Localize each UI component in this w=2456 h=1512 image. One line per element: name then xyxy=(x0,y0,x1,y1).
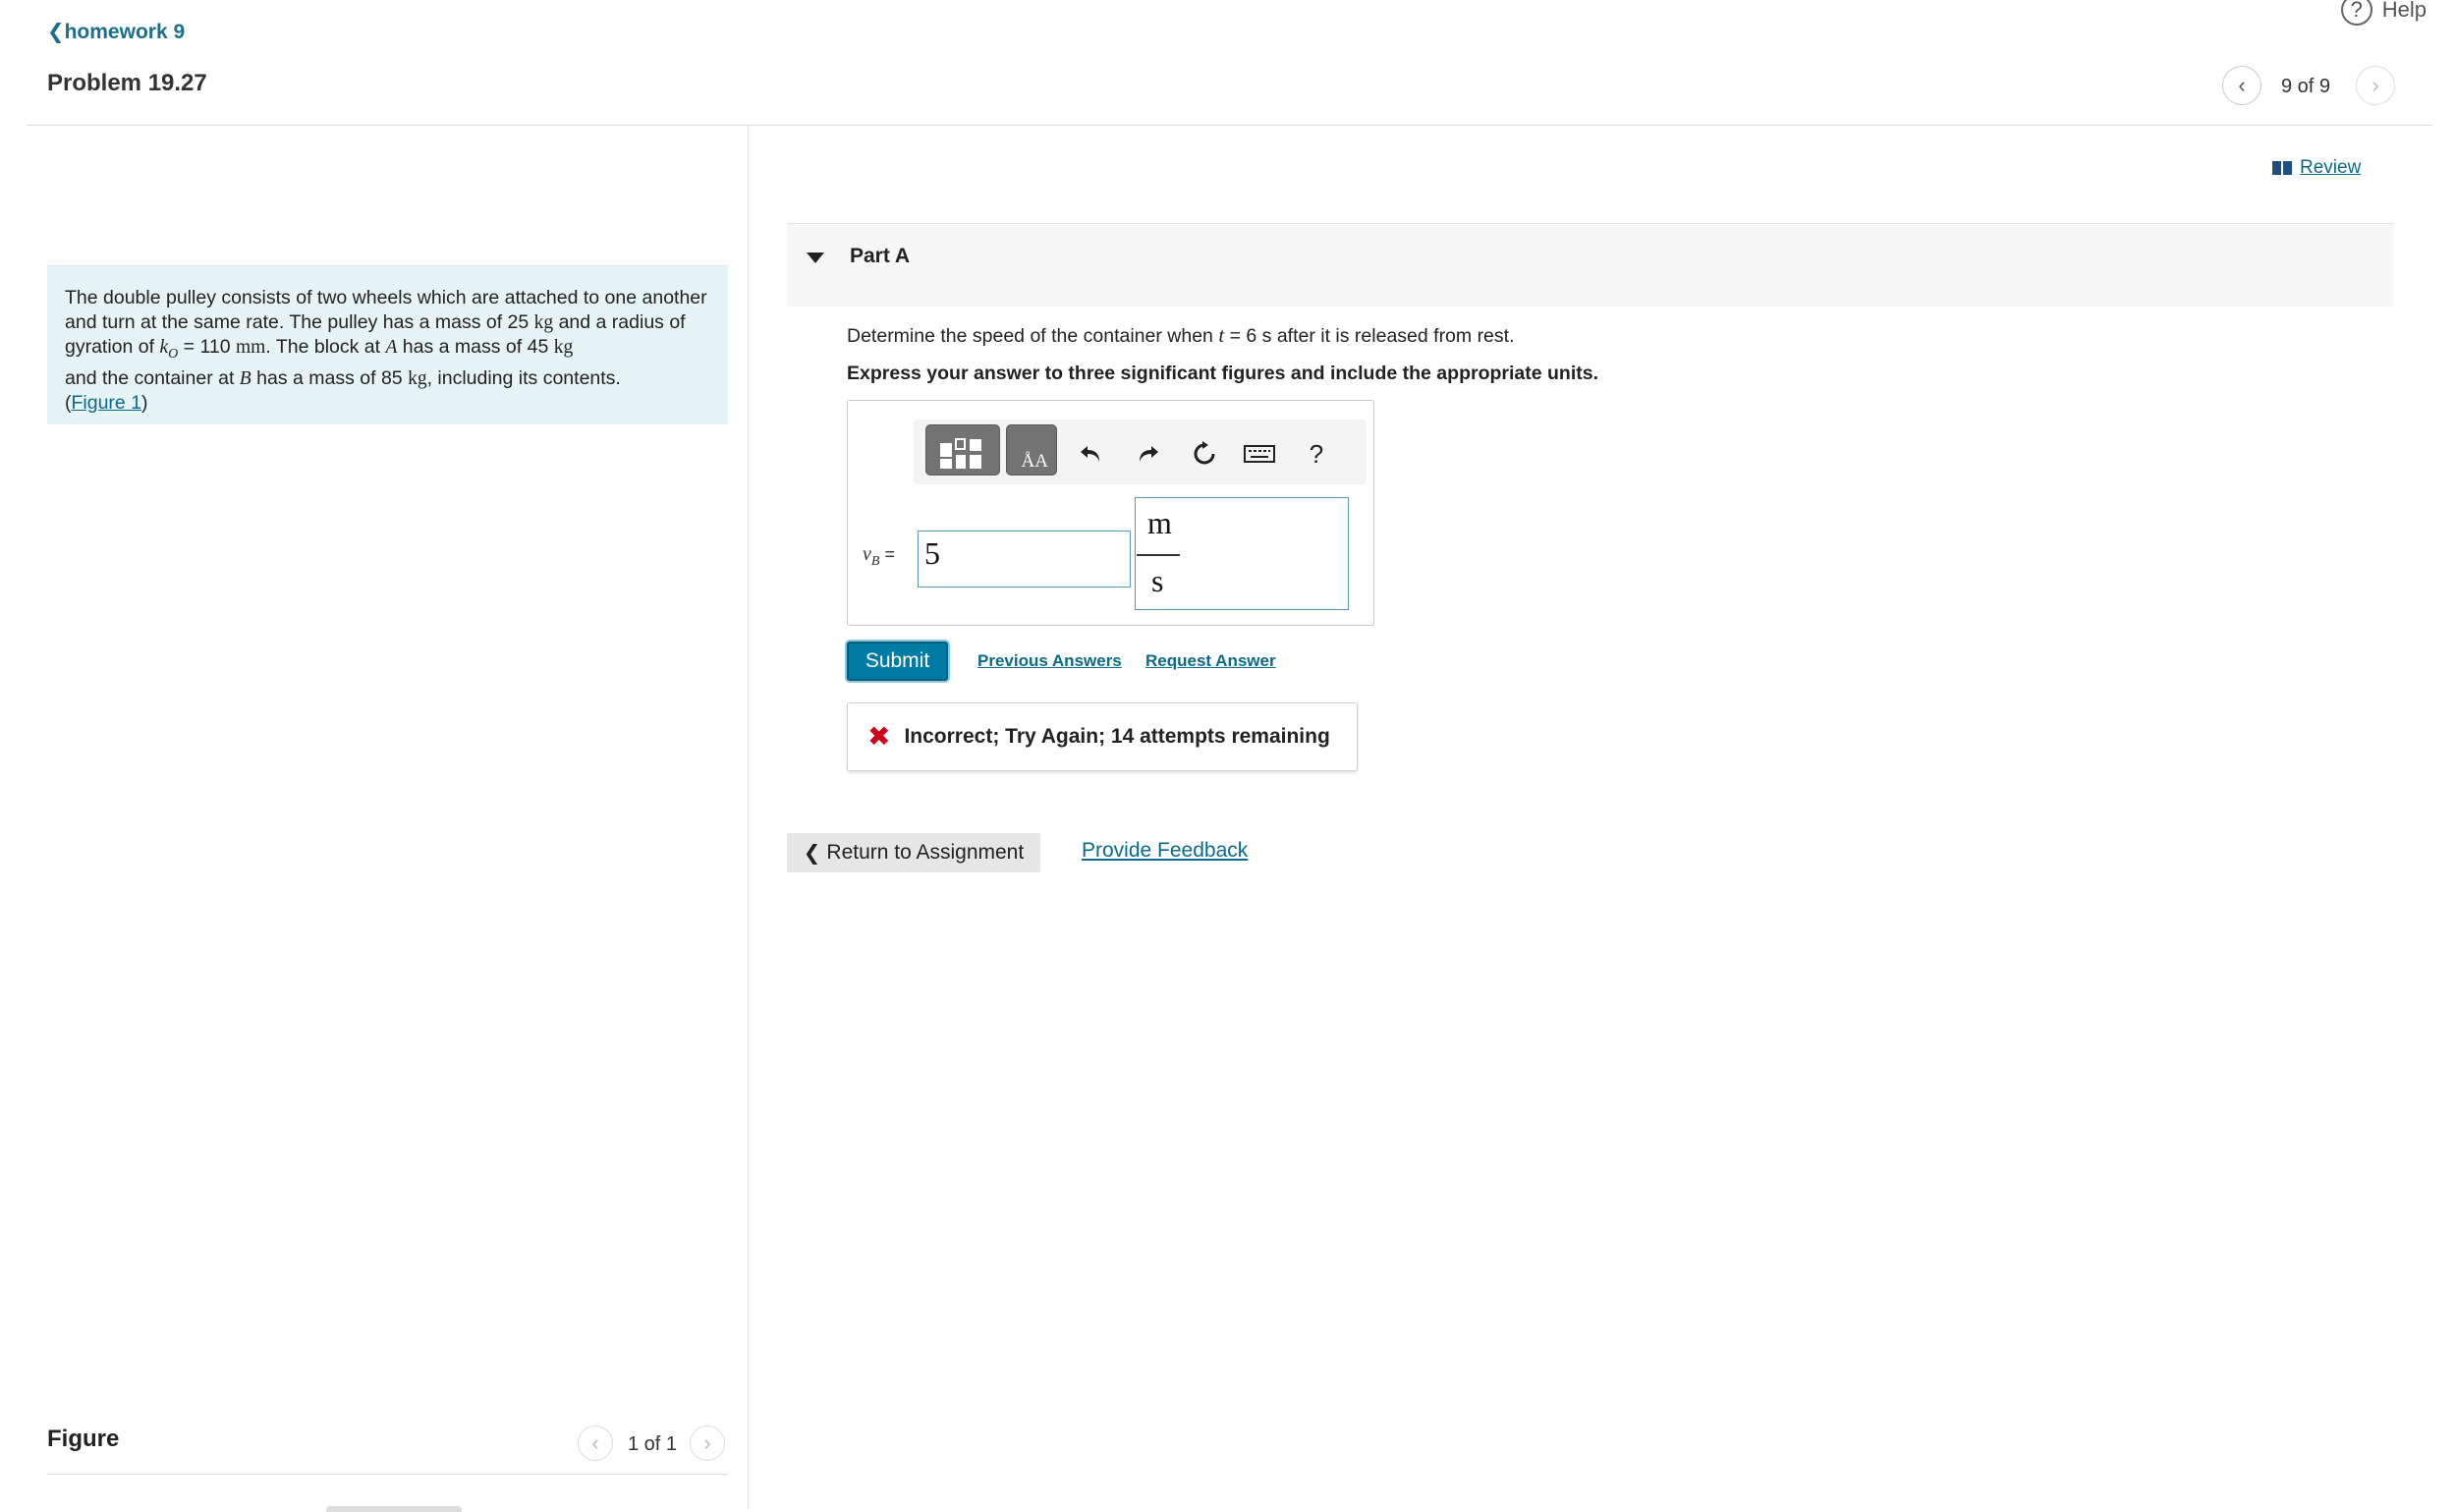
previous-answers-link[interactable]: Previous Answers xyxy=(977,651,1122,671)
chevron-right-icon: › xyxy=(703,1430,711,1455)
part-label: Part A xyxy=(850,245,911,267)
question-mark-icon: ? xyxy=(1309,438,1324,469)
answer-variable-label: vB = xyxy=(863,543,895,569)
book-icon xyxy=(2272,161,2292,175)
reset-button[interactable] xyxy=(1185,434,1224,474)
panel-divider xyxy=(748,126,749,1509)
question-text: Determine the speed of the container whe… xyxy=(847,323,1515,347)
help-label: Help xyxy=(2381,0,2427,22)
chevron-left-icon: ‹ xyxy=(591,1430,599,1455)
symbols-button[interactable]: ÅA xyxy=(1006,424,1057,476)
undo-button[interactable] xyxy=(1071,434,1110,474)
templates-button[interactable] xyxy=(925,424,1000,476)
figure-link[interactable]: Figure 1 xyxy=(72,392,142,414)
problem-statement: The double pulley consists of two wheels… xyxy=(47,265,728,424)
feedback-message-box: ✖ Incorrect; Try Again; 14 attempts rema… xyxy=(847,702,1358,771)
chevron-left-icon: ❮ xyxy=(47,21,65,43)
undo-icon xyxy=(1081,446,1099,462)
unit-numerator: m xyxy=(1147,505,1172,540)
keyboard-button[interactable] xyxy=(1240,434,1279,474)
symbols-icon: ÅA xyxy=(1021,451,1048,472)
request-answer-link[interactable]: Request Answer xyxy=(1145,651,1276,671)
previous-figure-button[interactable]: ‹ xyxy=(578,1426,613,1461)
review-link[interactable]: Review xyxy=(2272,157,2361,179)
back-to-homework-link[interactable]: ❮homework 9 xyxy=(47,20,185,44)
error-x-icon: ✖ xyxy=(867,721,891,752)
chevron-left-icon: ‹ xyxy=(2238,73,2246,97)
next-problem-button[interactable]: › xyxy=(2356,66,2395,105)
figure-image xyxy=(326,1506,462,1512)
instruction-text: Express your answer to three significant… xyxy=(847,363,1598,384)
answer-value-input[interactable]: 5 xyxy=(918,531,1131,588)
chevron-right-icon: › xyxy=(2372,73,2379,97)
unit-denominator: s xyxy=(1151,563,1164,598)
templates-icon xyxy=(940,438,981,469)
submit-button[interactable]: Submit xyxy=(847,642,948,681)
figure-title: Figure xyxy=(47,1426,120,1452)
return-to-assignment-button[interactable]: ❮ Return to Assignment xyxy=(787,833,1040,872)
provide-feedback-link[interactable]: Provide Feedback xyxy=(1082,839,1248,863)
header-divider xyxy=(27,125,2432,126)
reset-icon xyxy=(1194,441,1215,465)
keyboard-icon xyxy=(1244,445,1275,463)
part-a-header[interactable] xyxy=(787,223,2394,307)
help-button[interactable]: ? Help xyxy=(2340,0,2427,26)
unit-fraction-bar xyxy=(1137,554,1180,556)
help-question-button[interactable]: ? xyxy=(1297,434,1336,474)
redo-icon xyxy=(1140,446,1158,462)
figure-pager-text: 1 of 1 xyxy=(628,1433,678,1455)
figure-divider xyxy=(47,1474,728,1475)
help-icon: ? xyxy=(2340,0,2372,26)
page-title: Problem 19.27 xyxy=(47,70,207,96)
problem-pager-text: 9 of 9 xyxy=(2281,76,2331,97)
chevron-left-icon: ❮ xyxy=(803,841,821,865)
feedback-text: Incorrect; Try Again; 14 attempts remain… xyxy=(904,725,1330,748)
next-figure-button[interactable]: › xyxy=(690,1426,725,1461)
caret-down-icon[interactable] xyxy=(807,252,824,263)
redo-button[interactable] xyxy=(1129,434,1168,474)
previous-problem-button[interactable]: ‹ xyxy=(2222,66,2261,105)
